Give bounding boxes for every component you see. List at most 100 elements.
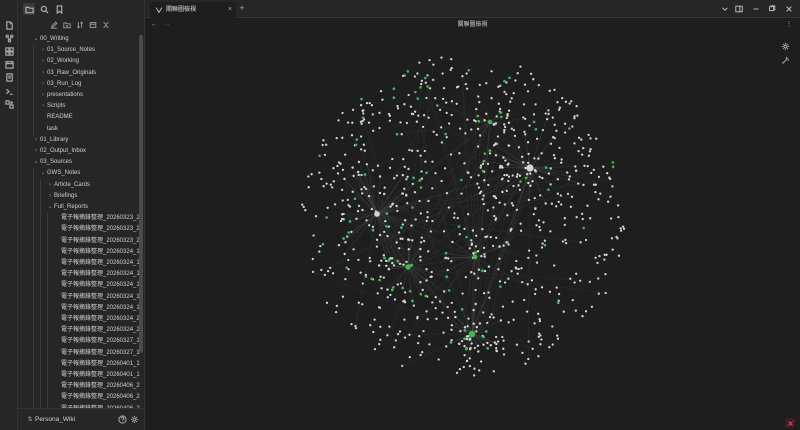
graph-note-node[interactable] bbox=[322, 139, 325, 142]
graph-note-node[interactable] bbox=[535, 254, 538, 257]
graph-note-node[interactable] bbox=[561, 240, 565, 243]
graph-note-node[interactable] bbox=[391, 157, 394, 161]
graph-note-node[interactable] bbox=[326, 206, 329, 209]
graph-note-node[interactable] bbox=[422, 239, 426, 243]
graph-note-node[interactable] bbox=[426, 216, 429, 219]
collapse-all-icon[interactable] bbox=[88, 20, 98, 30]
graph-note-node[interactable] bbox=[322, 185, 325, 188]
graph-note-node[interactable] bbox=[372, 330, 375, 334]
tree-chevron-icon[interactable] bbox=[54, 258, 60, 269]
graph-note-node[interactable] bbox=[491, 244, 495, 248]
tree-file[interactable]: 電子報摘錄整理_20260401_1052 bbox=[61, 370, 140, 381]
graph-note-node[interactable] bbox=[467, 317, 470, 320]
graph-note-node[interactable] bbox=[527, 198, 531, 202]
graph-note-node[interactable] bbox=[575, 272, 578, 275]
graph-note-node[interactable] bbox=[371, 225, 375, 229]
graph-note-node[interactable] bbox=[362, 143, 366, 146]
graph-note-node[interactable] bbox=[410, 112, 414, 115]
graph-attachment-node[interactable] bbox=[480, 269, 484, 273]
graph-attachment-node[interactable] bbox=[611, 165, 615, 169]
graph-note-node[interactable] bbox=[510, 270, 513, 273]
graph-note-node[interactable] bbox=[337, 161, 341, 164]
graph-note-node[interactable] bbox=[450, 100, 454, 103]
graph-note-node[interactable] bbox=[376, 164, 380, 167]
graph-note-node[interactable] bbox=[449, 153, 453, 156]
graph-note-node[interactable] bbox=[446, 316, 450, 319]
graph-note-node[interactable] bbox=[427, 250, 430, 253]
graph-note-node[interactable] bbox=[405, 260, 408, 264]
graph-note-node[interactable] bbox=[344, 241, 347, 244]
graph-note-node[interactable] bbox=[440, 141, 444, 144]
graph-hub-node[interactable] bbox=[526, 164, 534, 172]
graph-note-node[interactable] bbox=[386, 334, 389, 337]
graph-note-node[interactable] bbox=[473, 346, 476, 350]
graph-note-node[interactable] bbox=[509, 100, 512, 103]
graph-note-node[interactable] bbox=[606, 200, 610, 203]
graph-note-node[interactable] bbox=[372, 129, 375, 132]
graph-note-node[interactable] bbox=[384, 220, 387, 223]
graph-note-node[interactable] bbox=[361, 208, 364, 212]
graph-note-node[interactable] bbox=[538, 332, 541, 335]
graph-note-node[interactable] bbox=[489, 235, 492, 239]
tree-folder[interactable]: ⌄ GWS_Notes bbox=[40, 168, 80, 179]
graph-note-node[interactable] bbox=[538, 175, 541, 179]
graph-note-node[interactable] bbox=[515, 175, 519, 178]
graph-note-node[interactable] bbox=[389, 205, 392, 208]
graph-note-node[interactable] bbox=[360, 173, 363, 177]
graph-note-node[interactable] bbox=[378, 191, 382, 195]
graph-note-node[interactable] bbox=[476, 127, 480, 131]
graph-note-node[interactable] bbox=[431, 219, 434, 223]
graph-note-node[interactable] bbox=[516, 72, 519, 75]
graph-note-node[interactable] bbox=[350, 230, 353, 234]
graph-note-node[interactable] bbox=[365, 101, 369, 105]
graph-note-node[interactable] bbox=[528, 124, 531, 127]
graph-note-node[interactable] bbox=[442, 230, 446, 233]
graph-note-node[interactable] bbox=[527, 161, 530, 164]
graph-note-node[interactable] bbox=[368, 101, 371, 105]
graph-note-node[interactable] bbox=[482, 343, 485, 346]
calendar-icon[interactable] bbox=[3, 58, 15, 70]
graph-note-node[interactable] bbox=[468, 338, 471, 341]
graph-note-node[interactable] bbox=[334, 310, 338, 314]
graph-note-node[interactable] bbox=[592, 183, 596, 186]
graph-note-node[interactable] bbox=[404, 219, 407, 222]
graph-note-node[interactable] bbox=[521, 280, 524, 284]
graph-note-node[interactable] bbox=[544, 202, 547, 205]
graph-attachment-node[interactable] bbox=[385, 224, 388, 228]
graph-note-node[interactable] bbox=[455, 86, 459, 89]
tree-chevron-icon[interactable]: › bbox=[40, 79, 46, 90]
graph-note-node[interactable] bbox=[371, 113, 374, 116]
graph-note-node[interactable] bbox=[505, 241, 508, 244]
graph-note-node[interactable] bbox=[505, 116, 508, 120]
graph-note-node[interactable] bbox=[434, 96, 437, 100]
graph-attachment-node[interactable] bbox=[355, 138, 359, 141]
graph-note-node[interactable] bbox=[478, 192, 482, 195]
graph-note-node[interactable] bbox=[399, 121, 402, 124]
graph-note-node[interactable] bbox=[371, 169, 374, 172]
graph-note-node[interactable] bbox=[456, 216, 459, 220]
graph-note-node[interactable] bbox=[535, 261, 539, 264]
help-icon[interactable] bbox=[117, 414, 128, 425]
graph-note-node[interactable] bbox=[398, 262, 402, 265]
tree-file[interactable]: 電子報摘錄整理_20260324_1948 bbox=[61, 258, 140, 269]
more-options-icon[interactable]: ⋮ bbox=[785, 20, 793, 30]
graph-note-node[interactable] bbox=[486, 162, 490, 166]
graph-attachment-node[interactable] bbox=[457, 225, 461, 228]
graph-note-node[interactable] bbox=[461, 75, 464, 78]
graph-note-node[interactable] bbox=[441, 72, 444, 75]
graph-note-node[interactable] bbox=[493, 214, 496, 218]
graph-note-node[interactable] bbox=[421, 351, 424, 354]
graph-note-node[interactable] bbox=[407, 248, 410, 251]
graph-note-node[interactable] bbox=[466, 325, 469, 328]
graph-note-node[interactable] bbox=[553, 123, 556, 126]
graph-note-node[interactable] bbox=[580, 212, 584, 216]
graph-note-node[interactable] bbox=[575, 104, 578, 108]
graph-note-node[interactable] bbox=[419, 247, 422, 251]
graph-attachment-node[interactable] bbox=[476, 114, 480, 118]
graph-note-node[interactable] bbox=[550, 202, 554, 205]
graph-note-node[interactable] bbox=[549, 142, 553, 145]
graph-note-node[interactable] bbox=[458, 367, 462, 371]
graph-note-node[interactable] bbox=[401, 364, 404, 368]
graph-note-node[interactable] bbox=[365, 187, 368, 191]
graph-note-node[interactable] bbox=[503, 173, 506, 177]
